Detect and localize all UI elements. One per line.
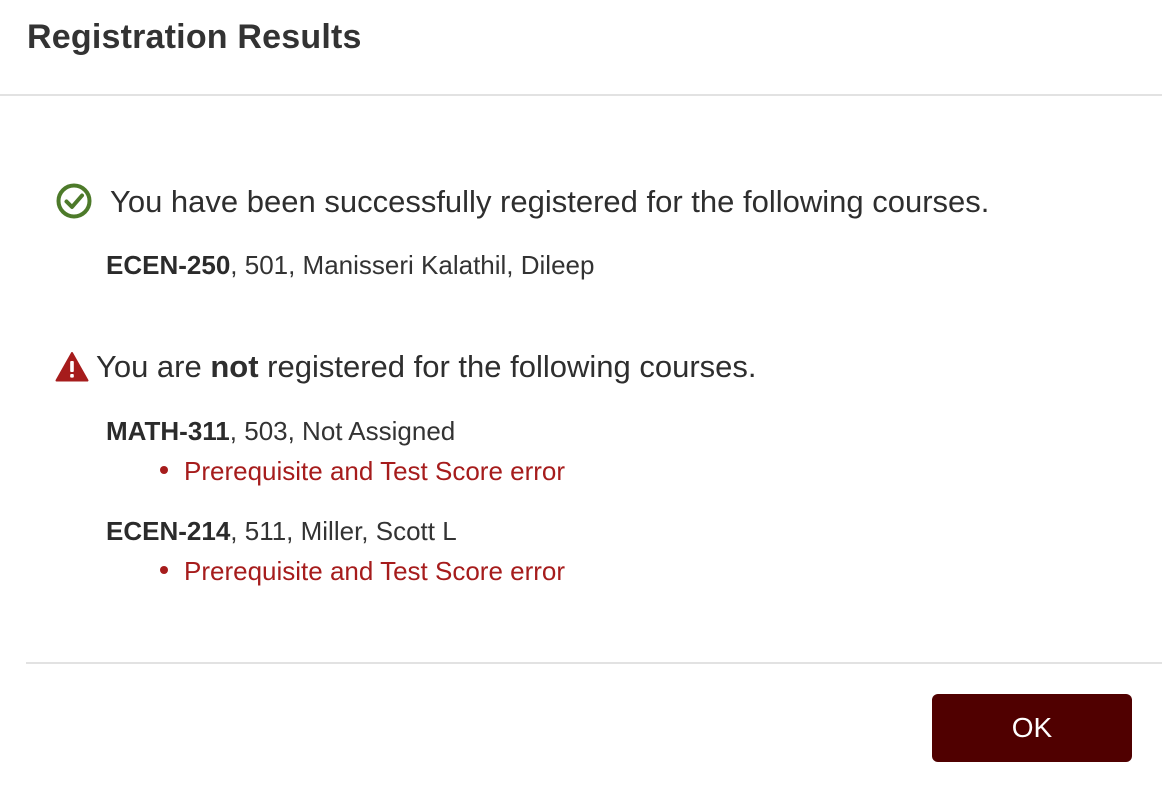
failure-message: You are not registered for the following… [96,349,757,385]
course-details: , 501, Manisseri Kalathil, Dileep [230,250,595,280]
registration-results-dialog: Registration Results You have been succe… [0,0,1162,792]
course-details: , 503, Not Assigned [229,416,456,446]
bullet-icon [160,566,168,575]
dialog-title: Registration Results [27,18,362,56]
course-code: ECEN-214 [106,516,231,546]
success-message: You have been successfully registered fo… [110,184,990,219]
error-text: Prerequisite and Test Score error [184,456,566,486]
warning-triangle-icon [55,351,89,388]
failure-message-suffix: registered for the following courses. [258,349,757,384]
failed-course-item: ECEN-214, 511, Miller, Scott L [106,516,457,547]
dialog-header: Registration Results [0,0,1162,96]
course-code: MATH-311 [106,416,230,446]
ok-button[interactable]: OK [932,694,1132,762]
footer-divider [26,662,1162,664]
check-circle-icon [55,182,93,225]
failed-course-item: MATH-311, 503, Not Assigned [106,416,455,447]
bullet-icon [160,466,168,475]
failure-message-prefix: You are [96,349,211,384]
course-error-item: Prerequisite and Test Score error [160,556,565,587]
failure-message-emphasis: not [210,349,259,384]
course-details: , 511, Miller, Scott L [230,516,457,546]
course-code: ECEN-250 [106,250,231,280]
course-error-item: Prerequisite and Test Score error [160,456,565,487]
error-text: Prerequisite and Test Score error [184,556,566,586]
registered-course-item: ECEN-250, 501, Manisseri Kalathil, Dilee… [106,250,594,281]
